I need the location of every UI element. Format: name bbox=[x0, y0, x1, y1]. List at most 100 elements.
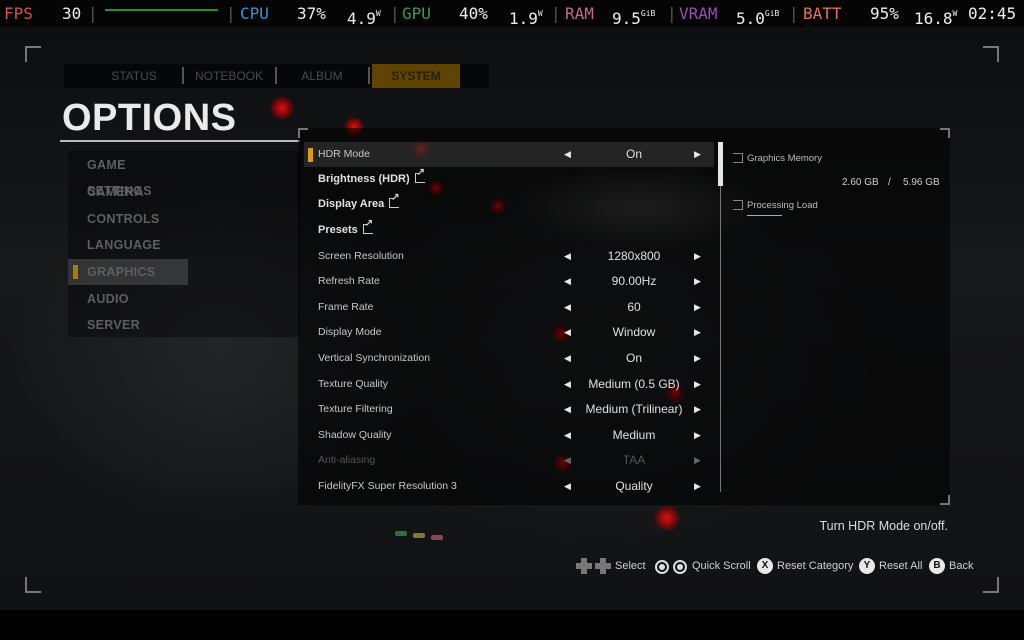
gpu-power: 1.9W bbox=[509, 9, 543, 28]
option-value: Medium bbox=[612, 428, 656, 442]
arrow-right-icon[interactable]: ▶ bbox=[694, 397, 701, 422]
arrow-right-icon[interactable]: ▶ bbox=[694, 320, 701, 345]
option-display-area[interactable]: Display Area bbox=[304, 192, 714, 217]
y-button-icon[interactable]: Y bbox=[859, 558, 875, 574]
reset-all-button[interactable]: Reset All bbox=[879, 557, 922, 575]
sidebar-item-audio[interactable]: AUDIO bbox=[68, 286, 188, 312]
tab-divider bbox=[368, 67, 370, 84]
option-display-mode[interactable]: Display Mode ◀ Window ▶ bbox=[304, 320, 714, 345]
option-brightness-hdr[interactable]: Brightness (HDR) bbox=[304, 167, 714, 192]
option-frame-rate[interactable]: Frame Rate ◀ 60 ▶ bbox=[304, 295, 714, 320]
back-button[interactable]: Back bbox=[949, 557, 973, 575]
divider: | bbox=[390, 4, 400, 23]
option-texture-filtering[interactable]: Texture Filtering ◀ Medium (Trilinear) ▶ bbox=[304, 397, 714, 422]
vram-label: VRAM bbox=[679, 4, 718, 23]
arrow-right-icon[interactable]: ▶ bbox=[694, 346, 701, 371]
option-presets[interactable]: Presets bbox=[304, 218, 714, 243]
sidebar-item-camera[interactable]: CAMERA bbox=[68, 179, 188, 205]
option-fsr3[interactable]: FidelityFX Super Resolution 3 ◀ Quality … bbox=[304, 474, 714, 499]
sidebar-item-language[interactable]: LANGUAGE bbox=[68, 232, 188, 258]
arrow-right-icon[interactable]: ▶ bbox=[694, 423, 701, 448]
options-scrollbar[interactable] bbox=[720, 142, 721, 492]
page-title: OPTIONS bbox=[62, 97, 237, 139]
frame-corner bbox=[983, 577, 999, 593]
arrow-right-icon: ▶ bbox=[694, 455, 701, 465]
selection-marker bbox=[308, 148, 313, 162]
divider: | bbox=[551, 4, 561, 23]
background-light bbox=[654, 505, 680, 531]
option-hdr-mode[interactable]: HDR Mode ◀ On ▶ bbox=[304, 142, 714, 167]
battery-power: 16.8W bbox=[914, 9, 958, 28]
sidebar-item-server[interactable]: SERVER bbox=[68, 312, 188, 338]
option-refresh-rate[interactable]: Refresh Rate ◀ 90.00Hz ▶ bbox=[304, 269, 714, 294]
selection-marker bbox=[73, 265, 78, 279]
battery-percent: 95% bbox=[870, 4, 899, 23]
battery-label: BATT bbox=[803, 4, 842, 23]
x-button-icon[interactable]: X bbox=[757, 558, 773, 574]
option-vertical-sync[interactable]: Vertical Synchronization ◀ On ▶ bbox=[304, 346, 714, 371]
divider: | bbox=[667, 4, 677, 23]
select-hint: Select bbox=[615, 560, 646, 572]
arrow-right-icon[interactable]: ▶ bbox=[694, 295, 701, 320]
title-underline bbox=[60, 140, 300, 142]
sidebar-item-controls[interactable]: CONTROLS bbox=[68, 206, 188, 232]
arrow-right-icon[interactable]: ▶ bbox=[694, 372, 701, 397]
tab-notebook[interactable]: NOTEBOOK bbox=[189, 64, 269, 88]
frame-corner bbox=[25, 46, 41, 62]
sidebar-item-graphics[interactable]: GRAPHICS bbox=[68, 259, 188, 285]
graphics-memory-label: Graphics Memory bbox=[747, 153, 822, 164]
arrow-right-icon[interactable]: ▶ bbox=[694, 244, 701, 269]
tab-divider bbox=[275, 67, 277, 84]
arrow-right-icon[interactable]: ▶ bbox=[694, 474, 701, 499]
option-anti-aliasing: Anti-aliasing ◀ TAA ▶ bbox=[304, 448, 714, 473]
fps-value: 30 bbox=[62, 4, 82, 23]
graphics-memory-separator: / bbox=[888, 177, 891, 188]
background-led bbox=[413, 533, 425, 538]
divider: | bbox=[88, 4, 98, 23]
frame-corner bbox=[983, 46, 999, 62]
graphics-memory-used: 2.60 GB bbox=[842, 177, 879, 188]
panel-corner bbox=[298, 128, 308, 138]
external-link-icon bbox=[362, 218, 373, 234]
frame-corner bbox=[25, 577, 41, 593]
option-screen-resolution[interactable]: Screen Resolution ◀ 1280x800 ▶ bbox=[304, 244, 714, 269]
divider: | bbox=[226, 4, 236, 23]
arrow-right-icon[interactable]: ▶ bbox=[694, 269, 701, 294]
quick-scroll-hint: Quick Scroll bbox=[692, 560, 751, 572]
reset-category-button[interactable]: Reset Category bbox=[777, 557, 853, 575]
graphics-memory-bracket-icon bbox=[733, 153, 743, 163]
tab-system[interactable]: SYSTEM bbox=[372, 64, 460, 88]
performance-overlay: FPS 30 | | CPU 37% 4.9W | GPU 40% 1.9W |… bbox=[0, 0, 1024, 28]
gpu-label: GPU bbox=[402, 4, 431, 23]
top-tabs: STATUS NOTEBOOK ALBUM SYSTEM bbox=[64, 64, 489, 88]
processing-load-bracket-icon bbox=[733, 200, 743, 210]
options-category-sidebar: GAME SETTINGS CAMERA CONTROLS LANGUAGE G… bbox=[68, 151, 300, 337]
option-value: On bbox=[625, 351, 642, 365]
dpad-up-icon bbox=[576, 558, 592, 574]
b-button-icon[interactable]: B bbox=[929, 558, 945, 574]
option-value: On bbox=[625, 147, 642, 161]
divider: | bbox=[789, 4, 799, 23]
tab-status[interactable]: STATUS bbox=[94, 64, 174, 88]
option-value: Medium (Trilinear) bbox=[585, 402, 683, 416]
dpad-down-icon bbox=[595, 558, 611, 574]
option-value: TAA bbox=[622, 453, 646, 467]
arrow-right-icon[interactable]: ▶ bbox=[694, 142, 701, 167]
sidebar-item-game-settings[interactable]: GAME SETTINGS bbox=[68, 152, 188, 198]
option-value: 1280x800 bbox=[607, 249, 661, 263]
panel-corner bbox=[940, 495, 950, 505]
right-stick-press-icon bbox=[673, 557, 687, 574]
option-value: 60 bbox=[627, 300, 641, 314]
ram-label: RAM bbox=[565, 4, 594, 23]
option-shadow-quality[interactable]: Shadow Quality ◀ Medium ▶ bbox=[304, 423, 714, 448]
fps-label: FPS bbox=[4, 4, 33, 23]
options-scrollbar-thumb[interactable] bbox=[718, 142, 723, 186]
option-value: Window bbox=[612, 325, 656, 339]
option-texture-quality[interactable]: Texture Quality ◀ Medium (0.5 GB) ▶ bbox=[304, 372, 714, 397]
cpu-label: CPU bbox=[240, 4, 269, 23]
option-description: Turn HDR Mode on/off. bbox=[819, 519, 948, 533]
external-link-icon bbox=[389, 192, 400, 208]
tab-divider bbox=[182, 67, 184, 84]
tab-album[interactable]: ALBUM bbox=[282, 64, 362, 88]
gpu-usage: 40% bbox=[459, 4, 488, 23]
